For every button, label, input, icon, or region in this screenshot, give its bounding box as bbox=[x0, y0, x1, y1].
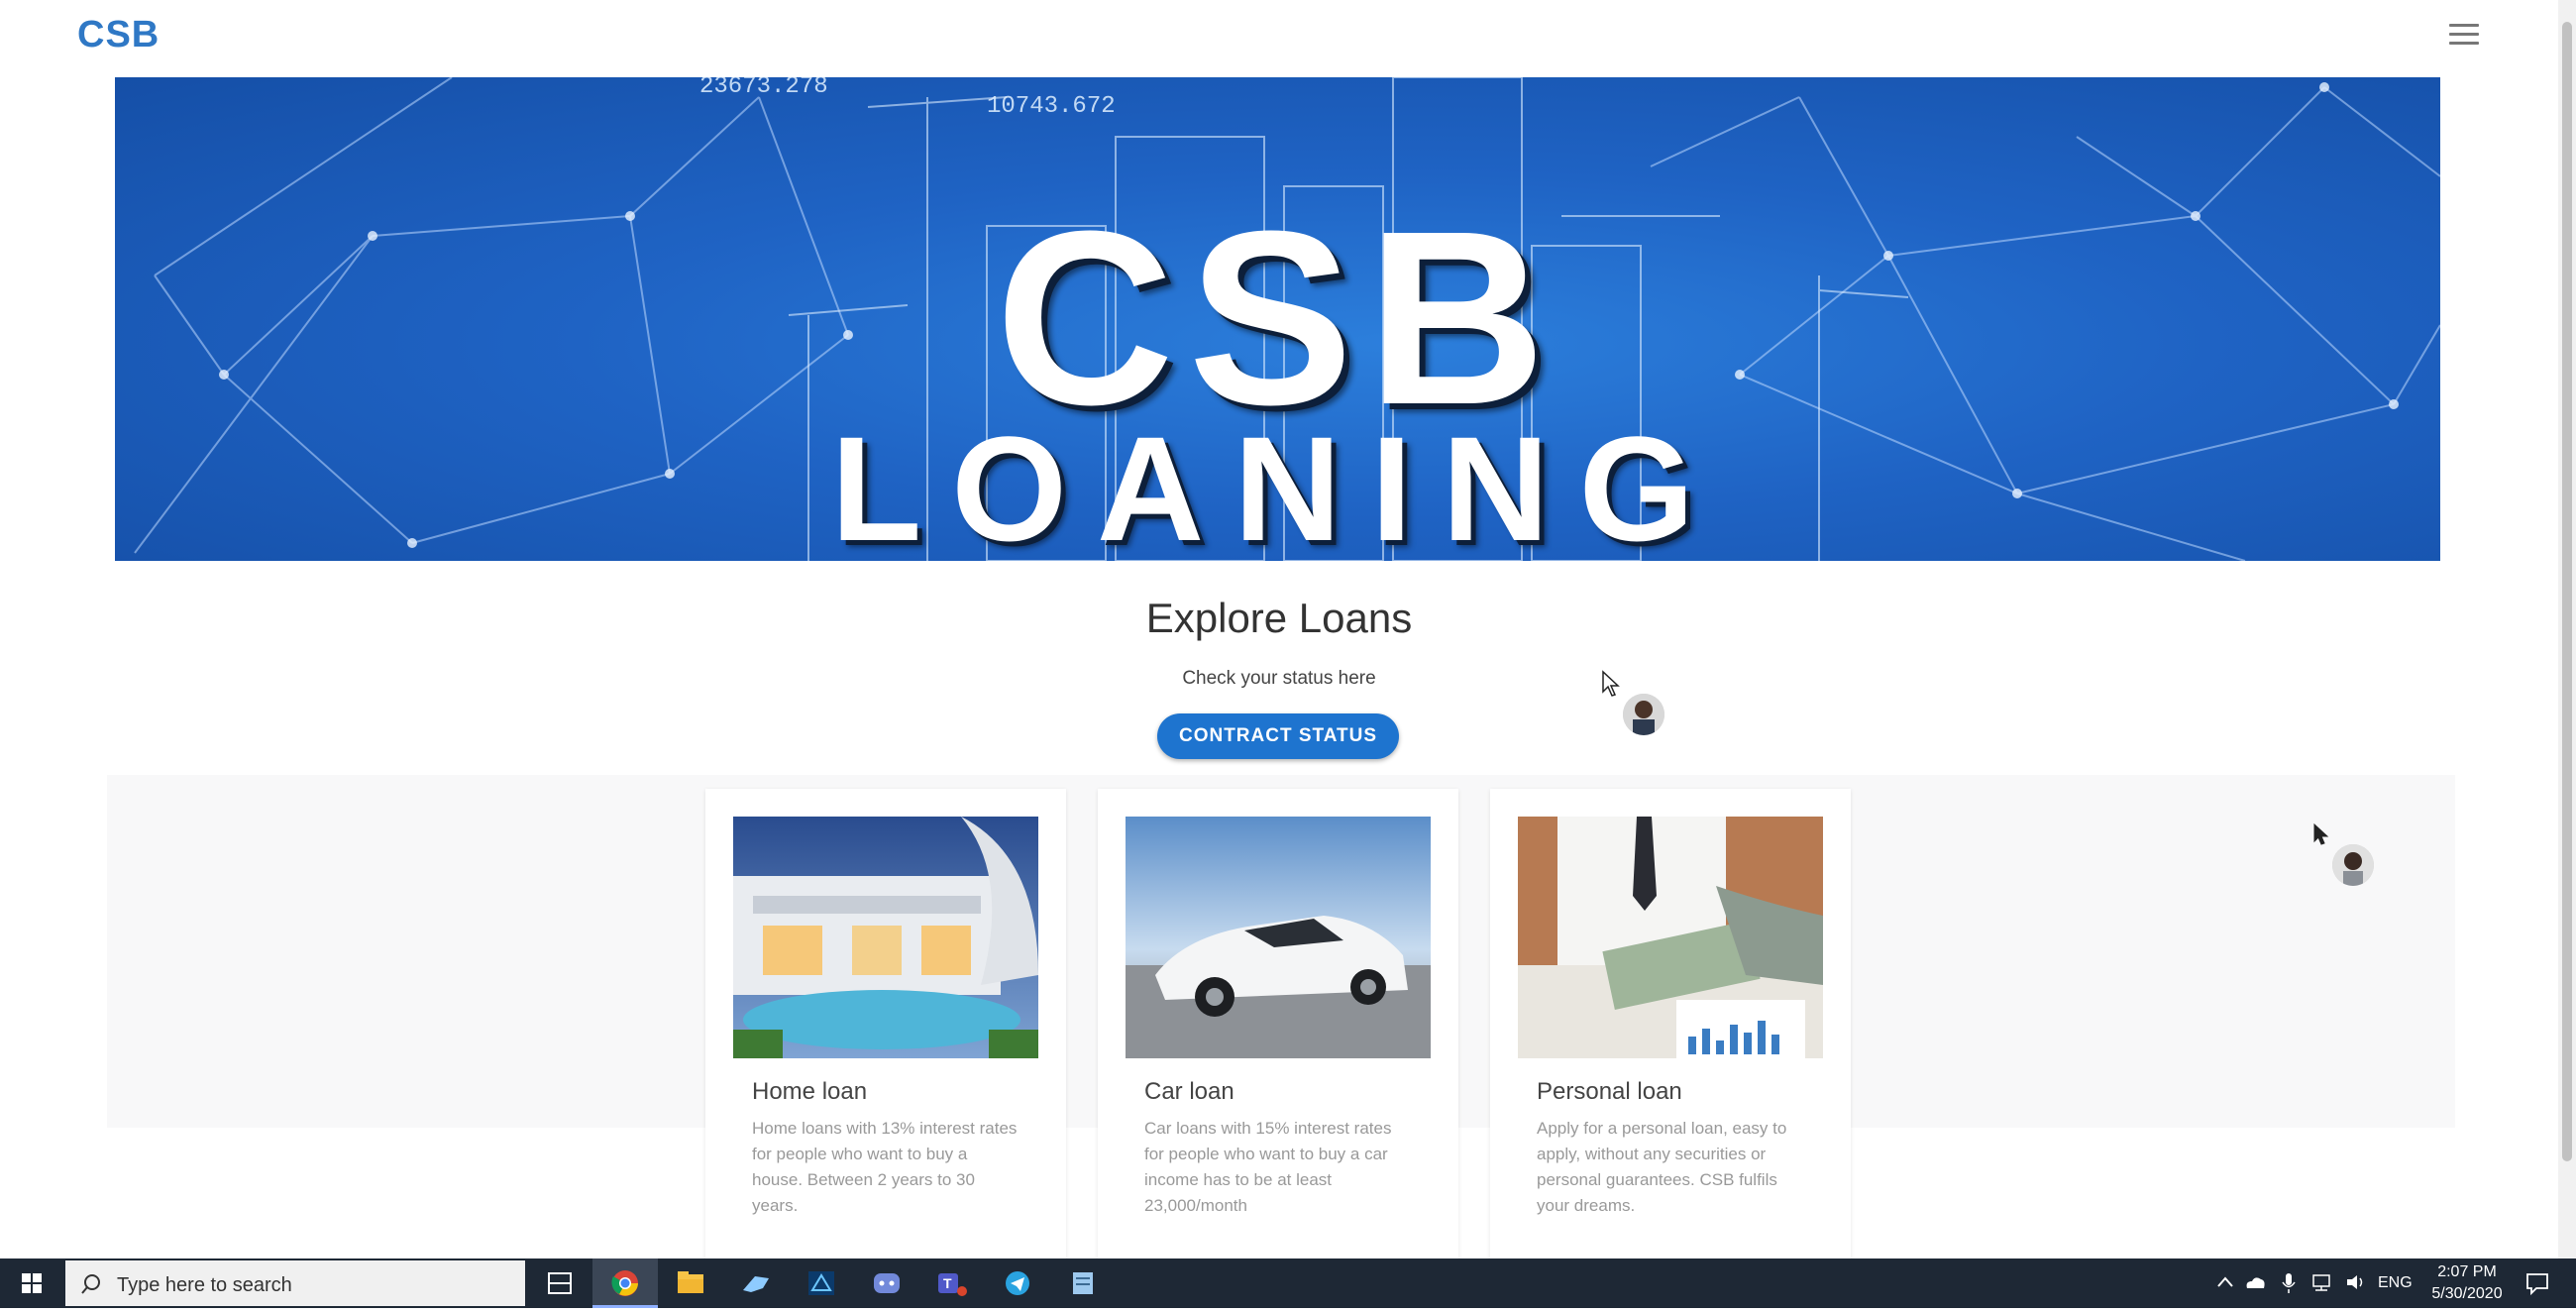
windows-taskbar: Type here to search T ENG 2:07 PM 5/30/2… bbox=[0, 1258, 2576, 1308]
taskbar-search-box[interactable]: Type here to search bbox=[65, 1260, 525, 1306]
chevron-up-icon[interactable] bbox=[2215, 1272, 2235, 1292]
language-indicator[interactable]: ENG bbox=[2378, 1274, 2413, 1292]
personal-loan-title: Personal loan bbox=[1537, 1078, 1682, 1105]
personal-loan-card[interactable]: Personal loan Apply for a personal loan,… bbox=[1490, 789, 1851, 1264]
car-loan-title: Car loan bbox=[1144, 1078, 1234, 1105]
top-navbar: CSB bbox=[0, 0, 2558, 74]
svg-text:T: T bbox=[943, 1275, 952, 1291]
personal-loan-description: Apply for a personal loan, easy to apply… bbox=[1537, 1119, 1787, 1215]
home-loan-card[interactable]: Home loan Home loans with 13% interest r… bbox=[705, 789, 1066, 1264]
hamburger-menu-icon[interactable] bbox=[2449, 24, 2479, 50]
hero-banner: 23673.278 10743.672 CSB LOANING bbox=[115, 77, 2440, 561]
file-explorer-icon[interactable] bbox=[658, 1258, 723, 1308]
hero-title-loaning: LOANING bbox=[830, 405, 1725, 561]
teams-icon[interactable]: T bbox=[919, 1258, 985, 1308]
hero-number: 23673.278 bbox=[699, 77, 828, 100]
explore-loans-heading: Explore Loans bbox=[1145, 595, 1413, 641]
page-scrollbar[interactable] bbox=[2558, 0, 2576, 1258]
clock-time[interactable]: 2:07 PM bbox=[2427, 1263, 2507, 1281]
car-loan-image bbox=[1126, 817, 1431, 1058]
car-loan-card[interactable]: Car loan Car loans with 15% interest rat… bbox=[1098, 789, 1458, 1264]
collaborator-avatar bbox=[1623, 694, 1664, 735]
onedrive-icon[interactable] bbox=[2243, 1272, 2267, 1292]
mouse-pointer-icon bbox=[2313, 822, 2329, 845]
clock-date[interactable]: 5/30/2020 bbox=[2423, 1285, 2511, 1303]
network-icon[interactable] bbox=[2310, 1272, 2334, 1292]
discord-icon[interactable] bbox=[854, 1258, 919, 1308]
telegram-icon[interactable] bbox=[985, 1258, 1050, 1308]
home-loan-description: Home loans with 13% interest rates for p… bbox=[752, 1119, 1018, 1215]
app-icon[interactable] bbox=[789, 1258, 854, 1308]
chrome-icon[interactable] bbox=[592, 1258, 658, 1308]
mouse-pointer-icon bbox=[1602, 670, 1620, 697]
task-view-icon[interactable] bbox=[527, 1258, 592, 1308]
search-icon bbox=[81, 1274, 100, 1294]
notifications-icon[interactable] bbox=[2524, 1270, 2550, 1296]
car-loan-description: Car loans with 15% interest rates for pe… bbox=[1144, 1119, 1392, 1215]
explore-subtitle: Check your status here bbox=[1182, 668, 1376, 689]
personal-loan-image bbox=[1518, 817, 1823, 1058]
home-loan-title: Home loan bbox=[752, 1078, 868, 1105]
home-loan-image bbox=[733, 817, 1038, 1058]
volume-icon[interactable] bbox=[2344, 1272, 2368, 1292]
collaborator-avatar bbox=[2332, 844, 2374, 886]
search-placeholder: Type here to search bbox=[117, 1274, 292, 1296]
microphone-icon[interactable] bbox=[2281, 1271, 2297, 1295]
windows-start-icon[interactable] bbox=[0, 1258, 63, 1308]
brand-logo[interactable]: CSB bbox=[77, 14, 160, 56]
contract-status-button[interactable]: CONTRACT STATUS bbox=[1157, 713, 1399, 759]
hero-number: 10743.672 bbox=[987, 93, 1116, 120]
scrollbar-thumb[interactable] bbox=[2562, 22, 2572, 1161]
steam-icon[interactable] bbox=[723, 1258, 789, 1308]
notepad-icon[interactable] bbox=[1050, 1258, 1116, 1308]
